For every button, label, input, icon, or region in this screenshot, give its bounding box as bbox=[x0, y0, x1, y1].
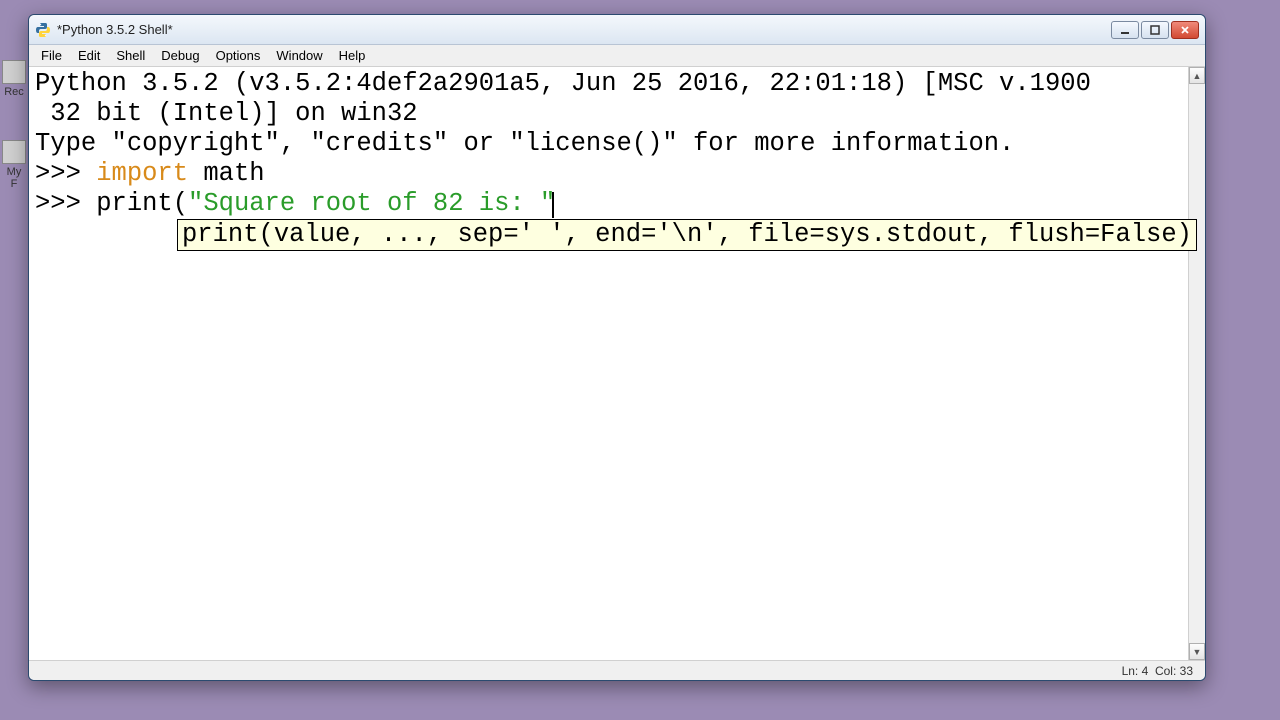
python-icon bbox=[35, 22, 51, 38]
status-line-label: Ln: bbox=[1122, 664, 1139, 678]
menu-shell[interactable]: Shell bbox=[108, 46, 153, 65]
maximize-button[interactable] bbox=[1141, 21, 1169, 39]
recycle-bin-icon bbox=[2, 60, 26, 84]
statusbar: Ln: 4 Col: 33 bbox=[29, 660, 1205, 680]
scroll-up-button[interactable]: ▲ bbox=[1189, 67, 1205, 84]
menu-options[interactable]: Options bbox=[208, 46, 269, 65]
menu-file[interactable]: File bbox=[33, 46, 70, 65]
call-tip-tooltip: print(value, ..., sep=' ', end='\n', fil… bbox=[177, 219, 1197, 251]
menu-edit[interactable]: Edit bbox=[70, 46, 108, 65]
status-col-label: Col: bbox=[1155, 664, 1176, 678]
window-controls bbox=[1109, 21, 1199, 39]
menu-window[interactable]: Window bbox=[268, 46, 330, 65]
desktop-icon-label: Rec bbox=[2, 86, 26, 98]
shell-editor[interactable]: Python 3.5.2 (v3.5.2:4def2a2901a5, Jun 2… bbox=[29, 67, 1188, 660]
editor-area: Python 3.5.2 (v3.5.2:4def2a2901a5, Jun 2… bbox=[29, 67, 1205, 660]
desktop-icon[interactable]: My F bbox=[2, 140, 26, 190]
python-shell-window: *Python 3.5.2 Shell* File Edit Shell Deb… bbox=[28, 14, 1206, 681]
folder-icon bbox=[2, 140, 26, 164]
status-line-value: 4 bbox=[1142, 664, 1149, 678]
titlebar[interactable]: *Python 3.5.2 Shell* bbox=[29, 15, 1205, 45]
vertical-scrollbar[interactable]: ▲ ▼ bbox=[1188, 67, 1205, 660]
menubar: File Edit Shell Debug Options Window Hel… bbox=[29, 45, 1205, 67]
minimize-button[interactable] bbox=[1111, 21, 1139, 39]
desktop-icon-label: My F bbox=[2, 166, 26, 190]
window-title: *Python 3.5.2 Shell* bbox=[57, 22, 1109, 37]
desktop-icon[interactable]: Rec bbox=[2, 60, 26, 98]
close-button[interactable] bbox=[1171, 21, 1199, 39]
status-col-value: 33 bbox=[1180, 664, 1193, 678]
scroll-track[interactable] bbox=[1189, 84, 1205, 643]
menu-debug[interactable]: Debug bbox=[153, 46, 207, 65]
menu-help[interactable]: Help bbox=[331, 46, 374, 65]
scroll-down-button[interactable]: ▼ bbox=[1189, 643, 1205, 660]
